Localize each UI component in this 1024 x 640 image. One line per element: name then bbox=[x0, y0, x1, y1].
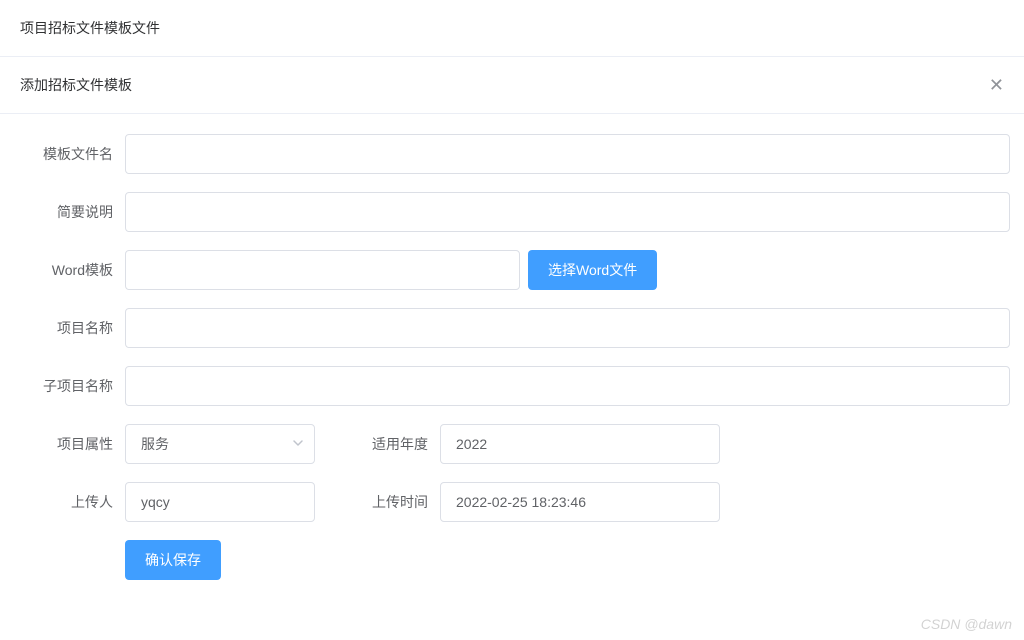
label-project-attr: 项目属性 bbox=[15, 424, 125, 464]
row-brief-desc: 简要说明 bbox=[15, 192, 1009, 232]
input-project-name[interactable] bbox=[125, 308, 1010, 348]
row-project-name: 项目名称 bbox=[15, 308, 1009, 348]
input-year[interactable] bbox=[440, 424, 720, 464]
form: 模板文件名 简要说明 Word模板 选择Word文件 项目名称 子项目名称 项目… bbox=[0, 114, 1024, 600]
select-project-attr[interactable]: 服务 bbox=[125, 424, 315, 464]
input-upload-time[interactable] bbox=[440, 482, 720, 522]
row-attr-year: 项目属性 服务 适用年度 bbox=[15, 424, 1009, 464]
label-template-filename: 模板文件名 bbox=[15, 134, 125, 174]
modal-title: 添加招标文件模板 bbox=[20, 75, 132, 95]
label-sub-project-name: 子项目名称 bbox=[15, 366, 125, 406]
page-title: 项目招标文件模板文件 bbox=[0, 0, 1024, 57]
row-word-template: Word模板 选择Word文件 bbox=[15, 250, 1009, 290]
label-uploader: 上传人 bbox=[15, 482, 125, 522]
label-year: 适用年度 bbox=[355, 424, 440, 464]
close-icon[interactable]: ✕ bbox=[989, 76, 1004, 94]
row-template-filename: 模板文件名 bbox=[15, 134, 1009, 174]
row-sub-project-name: 子项目名称 bbox=[15, 366, 1009, 406]
modal-header: 添加招标文件模板 ✕ bbox=[0, 57, 1024, 114]
label-word-template: Word模板 bbox=[15, 250, 125, 290]
row-uploader-time: 上传人 上传时间 bbox=[15, 482, 1009, 522]
row-submit: 确认保存 bbox=[15, 540, 1009, 580]
pick-word-file-button[interactable]: 选择Word文件 bbox=[528, 250, 657, 290]
watermark: CSDN @dawn bbox=[921, 616, 1012, 632]
input-brief-desc[interactable] bbox=[125, 192, 1010, 232]
input-sub-project-name[interactable] bbox=[125, 366, 1010, 406]
input-template-filename[interactable] bbox=[125, 134, 1010, 174]
select-project-attr-value: 服务 bbox=[141, 434, 169, 454]
label-brief-desc: 简要说明 bbox=[15, 192, 125, 232]
input-word-template[interactable] bbox=[125, 250, 520, 290]
label-upload-time: 上传时间 bbox=[355, 482, 440, 522]
submit-button[interactable]: 确认保存 bbox=[125, 540, 221, 580]
label-project-name: 项目名称 bbox=[15, 308, 125, 348]
input-uploader[interactable] bbox=[125, 482, 315, 522]
chevron-down-icon bbox=[292, 436, 304, 452]
